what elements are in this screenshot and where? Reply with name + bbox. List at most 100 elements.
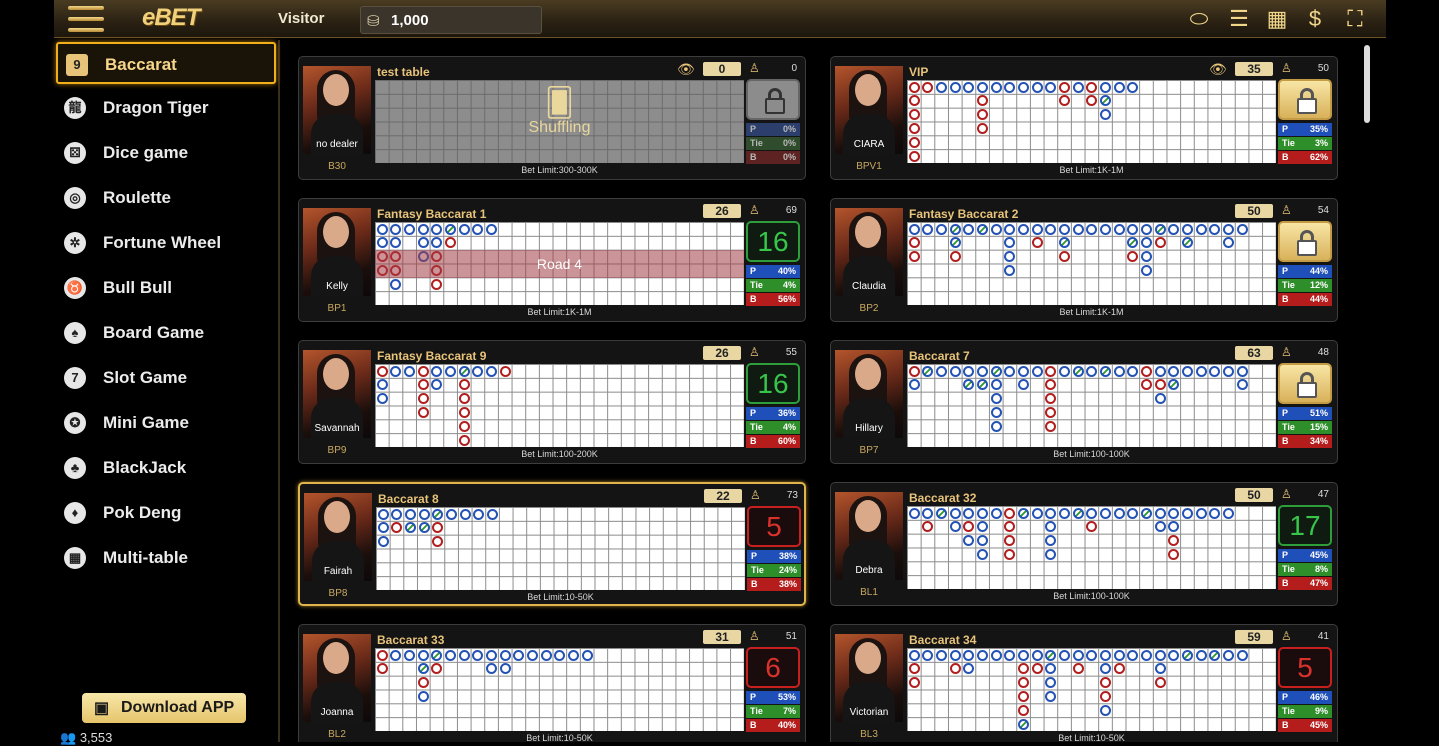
baccarat-table-card[interactable]: Hillary BP7 Baccarat 7 63 ♙ 48 Bet Limit:100-1… (830, 340, 1338, 464)
baccarat-table-card[interactable]: Savannah BP9 Fantasy Baccarat 9 26 ♙ 55 Bet Li… (298, 340, 806, 464)
cashier-icon[interactable]: $ (1300, 5, 1330, 33)
bead-banker (908, 109, 920, 121)
bead-player (431, 237, 443, 249)
bead-banker (976, 123, 988, 134)
dealer-photo: no dealer (303, 66, 371, 154)
sidebar-item-slot-game[interactable]: 7 Slot Game (56, 357, 276, 399)
bead-player (1195, 223, 1207, 235)
bead-player (908, 379, 920, 391)
bead-player (949, 365, 961, 377)
baccarat-table-card[interactable]: CIARA BPV1 VIP 👁 35 ♙ 50 Bet Limit:1K-1M P 35% Tie… (830, 56, 1338, 180)
bead-player (1127, 365, 1139, 377)
sidebar-item-pok-deng[interactable]: ♦ Pok Deng (56, 492, 276, 534)
bead-banker (417, 393, 429, 405)
sidebar-item-multi-table[interactable]: ▦ Multi-table (56, 537, 276, 579)
tie-stat: Tie 3% (1278, 137, 1332, 150)
bead-player (391, 508, 403, 520)
baccarat-table-card[interactable]: Debra BL1 Baccarat 32 50 ♙ 47 Bet Limit:100-10… (830, 482, 1338, 606)
baccarat-table-card[interactable]: Victorian BL3 Baccarat 34 59 ♙ 41 Bet Limit:10… (830, 624, 1338, 742)
bead-tie (417, 663, 429, 675)
table-code: BL2 (328, 729, 346, 740)
bead-player (1154, 521, 1166, 533)
list-view-icon[interactable]: ☰ (1224, 5, 1254, 33)
bead-banker (431, 278, 443, 290)
round-badge: 35 (1235, 62, 1273, 76)
banker-stat: B 62% (1278, 151, 1332, 164)
bead-player (990, 420, 1002, 432)
bead-tie (431, 649, 443, 661)
bead-banker (1140, 379, 1152, 391)
bead-player (1209, 365, 1221, 377)
chip-table-icon[interactable]: ⬭ (1184, 5, 1214, 33)
bead-player (376, 393, 388, 405)
sidebar-item-label: BlackJack (103, 458, 187, 477)
sidebar-item-roulette[interactable]: ◎ Roulette (56, 177, 276, 219)
bead-player (1031, 223, 1043, 235)
tie-stat-value: 7% (782, 706, 796, 716)
sidebar-item-bull-bull[interactable]: ♉ Bull Bull (56, 267, 276, 309)
bead-banker (1099, 691, 1111, 702)
bet-limit: Bet Limit:1K-1M (527, 307, 592, 317)
bead-tie (1072, 507, 1084, 519)
tie-stat-label: Tie (750, 138, 763, 148)
bead-player (935, 649, 947, 661)
bead-player (403, 223, 415, 235)
sidebar-item-dice-game[interactable]: ⚄ Dice game (56, 132, 276, 174)
fullscreen-icon[interactable]: ⛶ (1340, 5, 1370, 33)
bead-player (403, 365, 415, 377)
bead-player (1127, 223, 1139, 235)
table-name: Baccarat 34 (909, 633, 977, 647)
bead-player (1017, 649, 1029, 661)
bead-banker (976, 109, 988, 121)
hamburger-menu-icon[interactable] (68, 6, 104, 32)
baccarat-table-card[interactable]: Claudia BP2 Fantasy Baccarat 2 50 ♙ 54 Bet Lim… (830, 198, 1338, 322)
banker-stat: B 38% (747, 578, 801, 591)
bead-player (376, 237, 388, 249)
bead-banker (458, 420, 470, 432)
grid-view-icon[interactable]: ▦ (1262, 5, 1292, 33)
baccarat-table-card[interactable]: Kelly BP1 Fantasy Baccarat 1 26 ♙ 69 Road 4 Bet… (298, 198, 806, 322)
bead-player (417, 237, 429, 249)
dealer-face (323, 216, 349, 248)
sidebar-item-mini-game[interactable]: ✪ Mini Game (56, 402, 276, 444)
banker-stat-label: B (1282, 152, 1289, 162)
baccarat-table-card[interactable]: Joanna BL2 Baccarat 33 31 ♙ 51 Bet Limit:10-50… (298, 624, 806, 742)
sidebar-item-fortune-wheel[interactable]: ✲ Fortune Wheel (56, 222, 276, 264)
sidebar-item-baccarat[interactable]: 9 Baccarat (56, 42, 276, 84)
bead-player (1181, 223, 1193, 235)
round-badge: 50 (1235, 488, 1273, 502)
download-app-button[interactable]: ▣ Download APP (82, 693, 246, 723)
player-stat: P 46% (1278, 691, 1332, 704)
sidebar-item-blackjack[interactable]: ♣ BlackJack (56, 447, 276, 489)
bead-player (485, 365, 497, 377)
baccarat-table-card[interactable]: Fairah BP8 Baccarat 8 22 ♙ 73 Bet Limit:10-50K… (298, 482, 806, 606)
sidebar-item-board-game[interactable]: ♠ Board Game (56, 312, 276, 354)
bet-limit: Bet Limit:1K-1M (1059, 165, 1124, 175)
bead-tie (1099, 95, 1111, 107)
bead-banker (1045, 365, 1057, 377)
table-name: Baccarat 8 (378, 492, 439, 506)
scrollbar[interactable] (1364, 45, 1370, 123)
lock-body (1297, 240, 1317, 256)
sidebar-item-dragon-tiger[interactable]: 龍 Dragon Tiger (56, 87, 276, 129)
tie-stat-label: Tie (750, 706, 763, 716)
dice-icon: ⚄ (64, 142, 86, 164)
lock-body (1297, 98, 1317, 114)
bead-banker (458, 393, 470, 405)
round-badge: 59 (1235, 630, 1273, 644)
bead-player (963, 507, 975, 519)
dealer-photo: Debra (835, 492, 903, 580)
tie-stat-value: 24% (778, 565, 797, 575)
bead-player (1127, 507, 1139, 519)
viewers-eye-icon: 👁 (677, 61, 695, 77)
bead-player (1140, 223, 1152, 235)
dealer-face (855, 500, 881, 532)
baccarat-table-card[interactable]: no dealer B30 test table 👁 0 ♙ 0 🂠 Shuffling Bet … (298, 56, 806, 180)
tie-stat-label: Tie (750, 422, 763, 432)
countdown-timer: 16 (746, 363, 800, 404)
tie-stat-value: 12% (1309, 280, 1328, 290)
player-stat-value: 46% (1309, 692, 1328, 702)
tie-stat-label: Tie (750, 280, 763, 290)
sidebar-item-label: Dragon Tiger (103, 98, 209, 117)
bead-player (990, 81, 1002, 93)
